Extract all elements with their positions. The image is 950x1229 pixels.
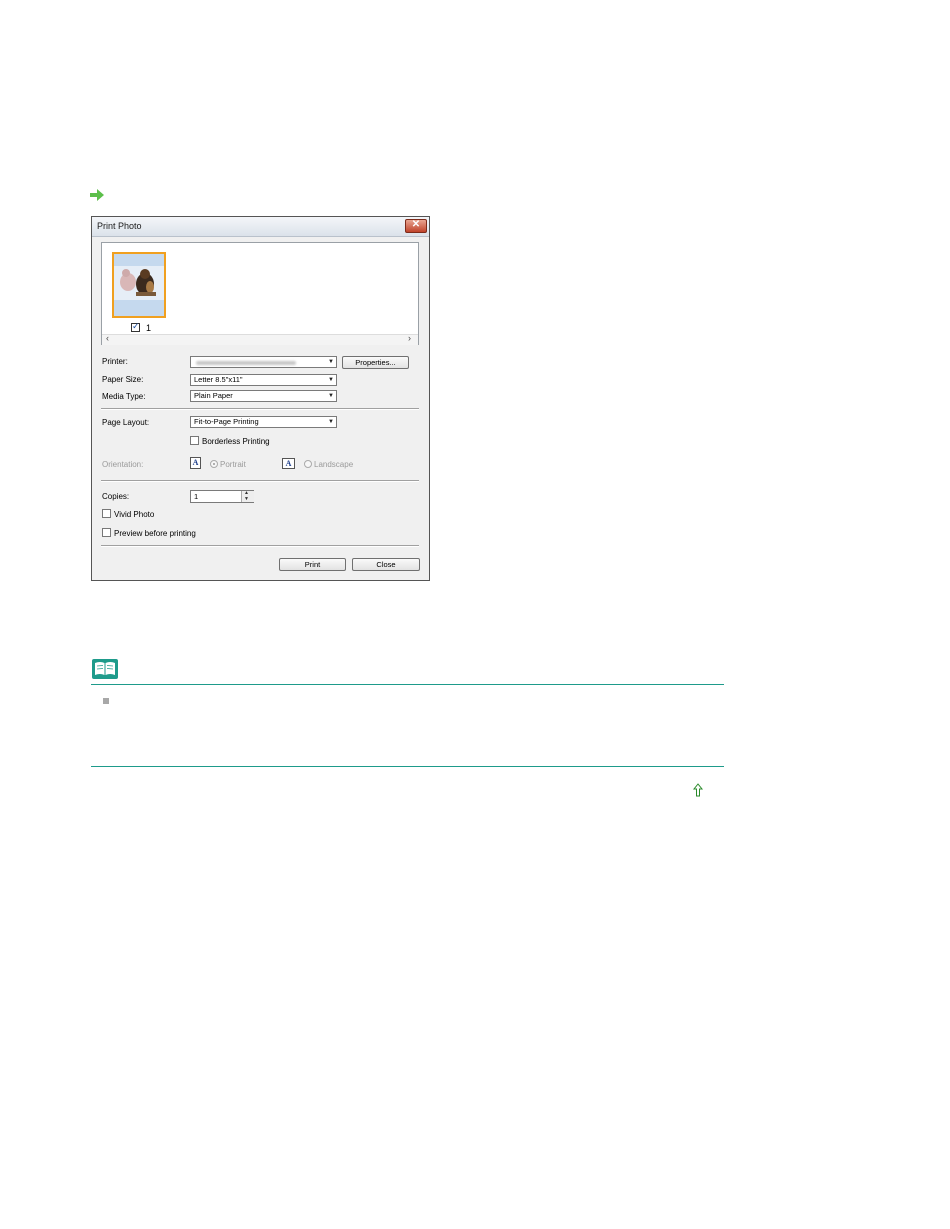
note-bullet xyxy=(103,698,109,704)
scroll-right-icon[interactable]: › xyxy=(408,333,411,343)
chevron-down-icon: ▼ xyxy=(328,393,334,399)
thumbnail-area: ✓ 1 ‹ › xyxy=(101,242,419,345)
separator xyxy=(101,480,419,482)
vivid-photo-label: Vivid Photo xyxy=(114,510,155,519)
media-type-select[interactable]: Plain Paper ▼ xyxy=(190,390,337,402)
preview-before-printing-label: Preview before printing xyxy=(114,529,196,538)
printer-label: Printer: xyxy=(102,357,128,366)
chevron-down-icon: ▼ xyxy=(328,419,334,425)
copies-value: 1 xyxy=(194,492,199,501)
portrait-radio[interactable] xyxy=(210,460,218,468)
properties-button[interactable]: Properties... xyxy=(342,356,409,369)
chevron-down-icon: ▼ xyxy=(328,359,334,365)
portrait-label: Portrait xyxy=(220,460,246,469)
green-arrow-icon xyxy=(90,189,104,201)
copies-label: Copies: xyxy=(102,492,130,501)
separator xyxy=(101,408,419,410)
landscape-icon: A xyxy=(282,458,295,469)
dialog-title: Print Photo xyxy=(97,221,142,231)
print-photo-dialog: Print Photo ✕ ✓ 1 ‹ › Printer: ▼ Propert… xyxy=(91,216,430,581)
copies-stepper[interactable]: 1 ▲ ▼ xyxy=(190,490,254,503)
chevron-down-icon: ▼ xyxy=(328,377,334,383)
scroll-left-icon[interactable]: ‹ xyxy=(106,333,109,343)
preview-before-printing-checkbox[interactable] xyxy=(102,528,111,537)
open-book-note-icon xyxy=(92,659,118,679)
paper-size-label: Paper Size: xyxy=(102,375,144,384)
photo-thumbnail[interactable] xyxy=(112,252,166,318)
landscape-label: Landscape xyxy=(314,460,354,469)
dialog-titlebar: Print Photo ✕ xyxy=(92,217,429,237)
close-button[interactable]: Close xyxy=(352,558,420,571)
photo-image-icon xyxy=(114,254,164,316)
note-divider-top xyxy=(91,684,724,685)
vivid-photo-checkbox[interactable] xyxy=(102,509,111,518)
page-top-arrow-icon[interactable] xyxy=(692,783,704,797)
thumbnail-checkbox[interactable]: ✓ xyxy=(131,321,140,332)
printer-name-blurred xyxy=(196,361,296,365)
horizontal-scrollbar[interactable]: ‹ › xyxy=(102,333,418,345)
close-icon: ✕ xyxy=(411,219,421,230)
borderless-printing-label: Borderless Printing xyxy=(202,437,270,446)
separator xyxy=(101,545,419,547)
page-layout-label: Page Layout: xyxy=(102,418,150,427)
borderless-printing-checkbox[interactable] xyxy=(190,436,199,445)
orientation-label: Orientation: xyxy=(102,460,144,469)
close-window-button[interactable]: ✕ xyxy=(405,219,427,233)
print-button[interactable]: Print xyxy=(279,558,346,571)
portrait-icon: A xyxy=(190,457,201,469)
landscape-radio[interactable] xyxy=(304,460,312,468)
media-type-label: Media Type: xyxy=(102,392,146,401)
paper-size-select[interactable]: Letter 8.5"x11" ▼ xyxy=(190,374,337,386)
note-divider-bottom xyxy=(91,766,724,767)
thumbnail-number: 1 xyxy=(146,323,152,333)
spin-down-icon[interactable]: ▼ xyxy=(244,496,249,502)
printer-select[interactable]: ▼ xyxy=(190,356,337,368)
copies-spin-buttons[interactable]: ▲ ▼ xyxy=(241,490,254,502)
page-layout-select[interactable]: Fit-to-Page Printing ▼ xyxy=(190,416,337,428)
check-icon: ✓ xyxy=(132,321,140,331)
